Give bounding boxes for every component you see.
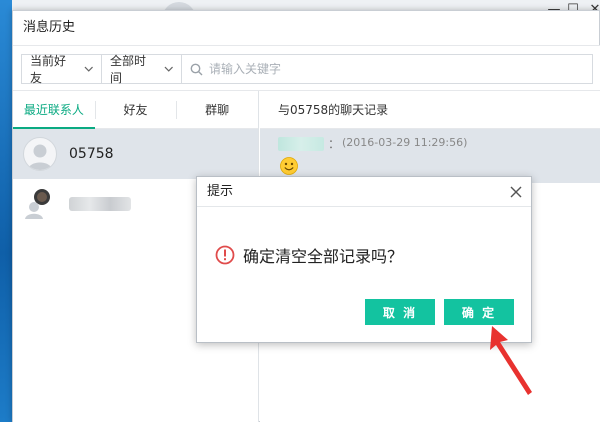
warning-icon	[215, 245, 235, 265]
window-title: 消息历史	[13, 11, 599, 45]
blurred-sender-name	[278, 137, 324, 151]
time-range-label: 全部时间	[110, 54, 147, 85]
chevron-down-icon	[164, 66, 173, 72]
contact-name: 05758	[69, 146, 114, 162]
filter-toolbar: 当前好友 全部时间	[13, 45, 600, 91]
dialog-message: 确定清空全部记录吗？	[215, 243, 403, 267]
search-input[interactable]	[209, 56, 592, 82]
user-photo-avatar	[23, 187, 57, 221]
contact-scope-dropdown[interactable]: 当前好友	[22, 54, 102, 85]
dialog-title: 提示	[197, 177, 531, 207]
tab-groups[interactable]: 群聊	[176, 91, 258, 128]
close-icon[interactable]	[507, 183, 525, 201]
blurred-contact-name	[69, 197, 131, 211]
desktop-background	[0, 0, 12, 422]
contact-item[interactable]: 05758	[13, 129, 258, 179]
search-icon	[190, 63, 203, 75]
default-avatar-icon	[23, 137, 57, 171]
contact-tabs: 最近联系人 好友 群聊	[13, 91, 258, 129]
confirm-dialog: 提示 确定清空全部记录吗？ 取 消 确 定	[196, 176, 532, 343]
contact-scope-label: 当前好友	[30, 54, 67, 85]
time-range-dropdown[interactable]: 全部时间	[102, 54, 182, 85]
dialog-text: 确定清空全部记录吗？	[243, 247, 404, 266]
chat-title: 与05758的聊天记录	[260, 91, 600, 129]
message-item: ： (2016-03-29 11:29:56)	[260, 129, 600, 183]
filter-box: 当前好友 全部时间	[21, 54, 593, 85]
smiley-emoji-icon	[280, 157, 298, 175]
tab-recent-contacts[interactable]: 最近联系人	[13, 91, 95, 129]
message-timestamp: (2016-03-29 11:29:56)	[342, 136, 468, 149]
tab-friends[interactable]: 好友	[94, 91, 177, 128]
search-area	[182, 55, 592, 83]
chevron-down-icon	[84, 66, 93, 72]
confirm-button[interactable]: 确 定	[444, 299, 514, 325]
sender-separator: ：	[328, 137, 341, 151]
cancel-button[interactable]: 取 消	[365, 299, 435, 325]
